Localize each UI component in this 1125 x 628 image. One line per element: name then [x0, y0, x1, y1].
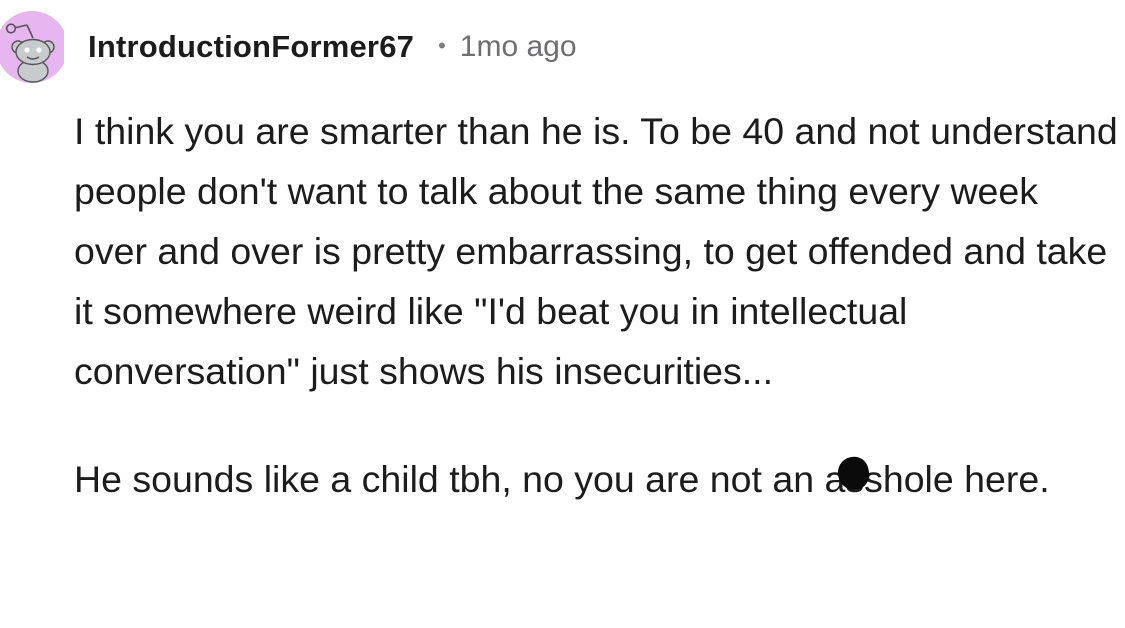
meta-separator: • — [438, 33, 446, 58]
comment: IntroductionFormer67 • 1mo ago I think y… — [0, 0, 1125, 628]
paragraph-text-after: here. — [953, 458, 1050, 500]
reddit-snoo-avatar-icon — [0, 11, 64, 83]
comment-body: I think you are smarter than he is. To b… — [74, 101, 1119, 509]
avatar[interactable] — [0, 11, 64, 83]
timestamp[interactable]: 1mo ago — [460, 30, 577, 64]
censored-word: asshole — [824, 449, 954, 509]
comment-meta: IntroductionFormer67 • 1mo ago — [88, 26, 577, 68]
username-link[interactable]: IntroductionFormer67 — [88, 29, 414, 65]
comment-paragraph: I think you are smarter than he is. To b… — [74, 110, 1118, 392]
comment-paragraph: He sounds like a child tbh, no you are n… — [74, 449, 1119, 509]
paragraph-text-before: He sounds like a child tbh, no you are n… — [74, 458, 825, 500]
